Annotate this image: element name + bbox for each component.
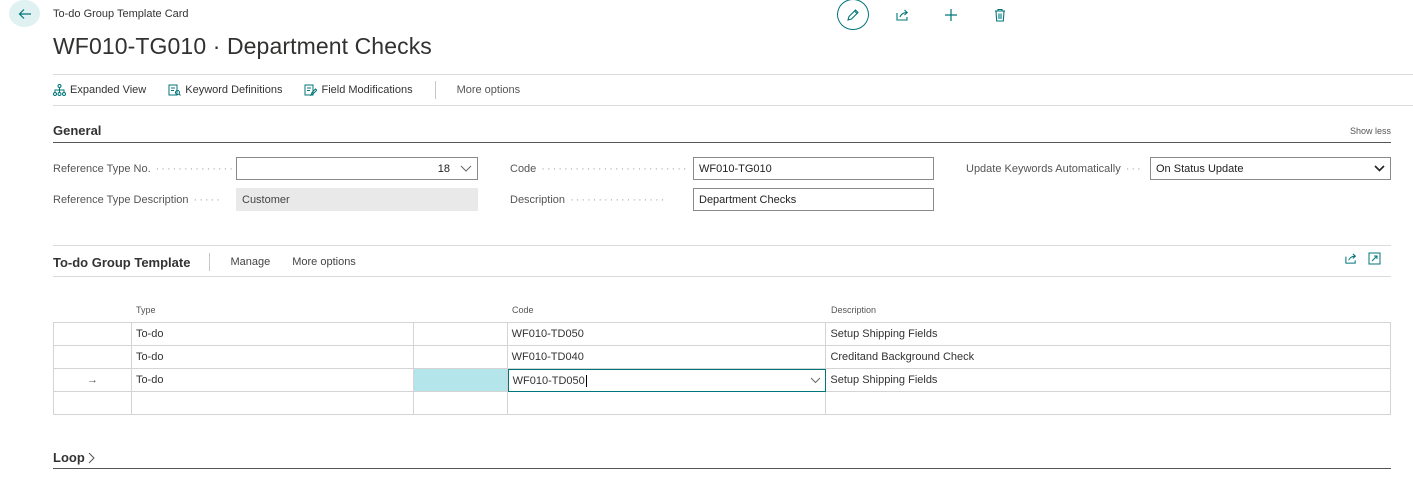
reference-type-description-label: Reference Type Description ····· [53, 194, 222, 206]
divider [53, 105, 1413, 106]
chevron-down-icon [1374, 165, 1385, 172]
code-cell-input[interactable]: WF010-TD050 [513, 374, 587, 387]
reference-type-description-field: Customer [236, 188, 478, 211]
description-cell[interactable]: Setup Shipping Fields [826, 323, 1392, 346]
expand-icon[interactable] [1368, 252, 1381, 265]
update-keywords-value: On Status Update [1156, 162, 1244, 175]
update-keywords-label: Update Keywords Automatically ··· [966, 163, 1143, 175]
description-field[interactable]: Department Checks [693, 188, 934, 211]
expanded-view-label: Expanded View [70, 84, 147, 96]
description-label: Description ················· [510, 194, 667, 206]
trash-icon [995, 8, 1005, 22]
hierarchy-icon [53, 84, 66, 96]
part-icons [1344, 252, 1391, 265]
back-button[interactable] [9, 0, 40, 27]
keyword-icon [168, 84, 182, 96]
todo-grid: To-do WF010-TD050 Setup Shipping Fields … [53, 322, 1392, 415]
chevron-down-icon[interactable] [810, 377, 821, 384]
table-row[interactable]: → To-do WF010-TD050 Setup Shipping Field… [54, 369, 1391, 392]
arrow-left-icon [18, 8, 31, 19]
empty-cell[interactable] [413, 323, 508, 346]
code-cell[interactable] [507, 392, 827, 415]
code-cell[interactable]: WF010-TD050 [507, 323, 827, 346]
more-options-action[interactable]: More options [457, 84, 521, 96]
row-indicator[interactable]: → [54, 369, 132, 392]
chevron-down-icon[interactable] [460, 165, 472, 172]
part-header: To-do Group Template Manage More options [53, 252, 378, 272]
chevron-right-icon [88, 452, 95, 463]
section-underline [53, 142, 1391, 143]
field-modifications-label: Field Modifications [321, 84, 413, 96]
section-underline [53, 468, 1391, 469]
manage-menu[interactable]: Manage [230, 256, 270, 268]
type-cell[interactable]: To-do [131, 369, 414, 392]
loop-label: Loop [53, 450, 85, 465]
reference-type-no-field[interactable]: 18 [236, 157, 478, 180]
empty-cell[interactable] [413, 392, 508, 415]
keyword-definitions-label: Keyword Definitions [185, 84, 283, 96]
divider [53, 74, 1413, 75]
part-more-options[interactable]: More options [292, 256, 356, 268]
part-separator [209, 253, 211, 271]
table-row[interactable]: To-do WF010-TD040 Creditand Background C… [54, 346, 1392, 369]
field-edit-icon [304, 84, 318, 96]
action-bar: Expanded View Keyword Definitions Field … [53, 80, 542, 100]
update-keywords-select[interactable]: On Status Update [1150, 157, 1391, 180]
edit-button[interactable] [837, 0, 869, 30]
divider [53, 276, 1391, 277]
page-title: WF010-TG010 · Department Checks [53, 33, 432, 59]
loop-section-title[interactable]: Loop [53, 450, 95, 465]
type-cell[interactable] [131, 392, 414, 415]
row-indicator[interactable] [54, 346, 132, 369]
reference-type-no-label: Reference Type No.······················… [53, 163, 233, 175]
code-cell[interactable]: WF010-TD040 [507, 346, 827, 369]
general-section-title[interactable]: General [53, 123, 101, 138]
type-cell[interactable]: To-do [131, 346, 414, 369]
share-button[interactable] [886, 1, 918, 29]
code-cell-editing[interactable]: WF010-TD050 [507, 369, 827, 392]
page-caption: To-do Group Template Card [53, 8, 189, 20]
row-indicator[interactable] [54, 392, 132, 415]
field-modifications-action[interactable]: Field Modifications [304, 84, 413, 96]
share-icon[interactable] [1344, 252, 1358, 265]
column-header-description[interactable]: Description [831, 305, 876, 315]
keyword-definitions-action[interactable]: Keyword Definitions [168, 84, 282, 96]
top-actions [837, 0, 1016, 30]
code-field[interactable]: WF010-TG010 [693, 157, 934, 180]
description-cell[interactable]: Setup Shipping Fields [826, 369, 1391, 392]
empty-cell[interactable] [413, 346, 508, 369]
type-cell[interactable]: To-do [131, 323, 414, 346]
reference-type-no-value: 18 [437, 162, 450, 175]
description-cell[interactable]: Creditand Background Check [826, 346, 1392, 369]
description-cell[interactable] [826, 392, 1392, 415]
share-icon [895, 9, 908, 21]
expanded-view-action[interactable]: Expanded View [53, 84, 146, 96]
delete-button[interactable] [984, 1, 1016, 29]
empty-cell[interactable] [413, 369, 508, 392]
show-less-link[interactable]: Show less [1350, 126, 1391, 136]
part-title[interactable]: To-do Group Template [53, 255, 190, 270]
table-row[interactable]: To-do WF010-TD050 Setup Shipping Fields [54, 323, 1392, 346]
pencil-icon [847, 8, 859, 21]
new-button[interactable] [935, 1, 967, 29]
code-label: Code ·························· [510, 163, 689, 175]
row-indicator[interactable] [54, 323, 132, 346]
column-header-code[interactable]: Code [512, 305, 534, 315]
action-separator [434, 81, 436, 99]
divider [53, 245, 1391, 246]
table-row[interactable] [54, 392, 1392, 415]
plus-icon [945, 9, 957, 21]
column-header-type[interactable]: Type [136, 305, 156, 315]
